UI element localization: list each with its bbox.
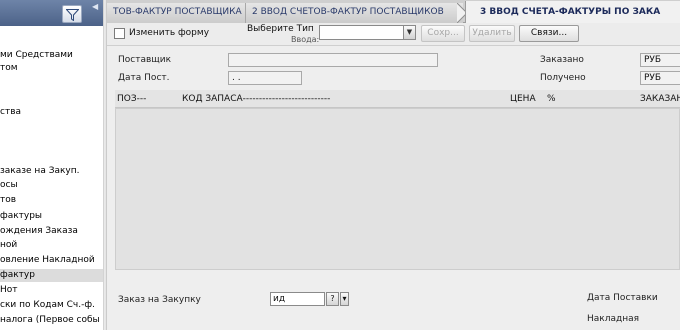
ordered-currency-field[interactable]: РУБ [640,53,680,67]
supplier-field[interactable] [228,53,438,67]
invoice-form: Поставщик Дата Пост. . . Заказано РУБ По… [107,46,680,330]
collapse-panel-icon[interactable]: ◀ [92,2,98,11]
received-label: Получено [540,73,586,83]
delete-button[interactable]: Удалить [469,25,515,42]
save-button[interactable]: Сохр... [421,25,465,42]
select-type-label-continued: Ввода: [291,35,320,44]
column-stock-code[interactable]: КОД ЗАПАСА--------------------------- [182,94,330,104]
tab-strip: ТОВ-ФАКТУР ПОСТАВЩИКА 2 ВВОД СЧЕТОВ-ФАКТ… [107,0,680,24]
input-type-select[interactable]: ▼ [319,25,416,40]
purchase-order-label: Заказ на Закупку [118,295,201,305]
select-type-label: Выберите Тип [247,24,314,34]
tab-enter-invoice-by-order[interactable]: 3 ВВОД СЧЕТА-ФАКТУРЫ ПО ЗАКА [465,1,680,24]
sidebar-item[interactable]: заказе на Закуп. [0,165,103,178]
delivery-date-label: Дата Поставки [587,293,658,303]
invoice-lines-grid[interactable] [115,108,680,270]
sidebar-item[interactable]: фактуры [0,210,103,223]
navigation-header: ◀ [0,0,103,26]
post-date-label: Дата Пост. [118,73,170,83]
change-form-label: Изменить форму [129,28,210,38]
chevron-down-icon[interactable]: ▼ [403,25,416,40]
sidebar-item[interactable]: ства [0,106,103,119]
sidebar-item[interactable]: Нот [0,284,103,297]
sidebar-item[interactable]: налога (Первое собы [0,314,103,327]
toolbar: Изменить форму Выберите Тип Ввода: ▼ Сох… [107,23,680,46]
column-percent[interactable]: % [547,94,556,104]
sidebar-item-selected[interactable]: фактур [0,269,103,282]
grid-header: ПОЗ--- КОД ЗАПАСА-----------------------… [115,90,680,108]
sidebar-item[interactable]: тов [0,194,103,207]
chevron-down-icon[interactable]: ▾ [340,292,349,306]
navigation-panel: ◀ ми Средствами том ства заказе на Закуп… [0,0,103,330]
waybill-label: Накладная [587,314,640,324]
filter-icon [66,9,79,21]
ordered-label: Заказано [540,55,584,65]
links-button[interactable]: Связи... [519,25,579,42]
filter-button[interactable] [62,5,82,23]
sidebar-item[interactable]: ождения Заказа [0,225,103,238]
post-date-field[interactable]: . . [228,71,302,85]
sidebar-item[interactable]: ми Средствами [0,49,103,62]
help-button[interactable]: ? [326,292,339,306]
purchase-order-input[interactable]: ид [270,292,325,306]
supplier-label: Поставщик [118,55,172,65]
column-position[interactable]: ПОЗ--- [117,94,146,104]
change-form-checkbox[interactable] [114,28,125,39]
received-currency-field[interactable]: РУБ [640,71,680,85]
tab-enter-supplier-invoices[interactable]: 2 ВВОД СЧЕТОВ-ФАКТУР ПОСТАВЩИКОВ [245,3,463,23]
sidebar-item[interactable]: осы [0,179,103,192]
sidebar-item[interactable]: том [0,62,103,75]
tab-supplier-invoices[interactable]: ТОВ-ФАКТУР ПОСТАВЩИКА [107,3,245,23]
sidebar-item[interactable]: овление Накладной [0,254,103,267]
sidebar-item[interactable]: ски по Кодам Сч.-ф. [0,299,103,312]
sidebar-item[interactable]: ной [0,239,103,252]
column-ordered[interactable]: ЗАКАЗАН [640,94,680,104]
column-price[interactable]: ЦЕНА [510,94,536,104]
